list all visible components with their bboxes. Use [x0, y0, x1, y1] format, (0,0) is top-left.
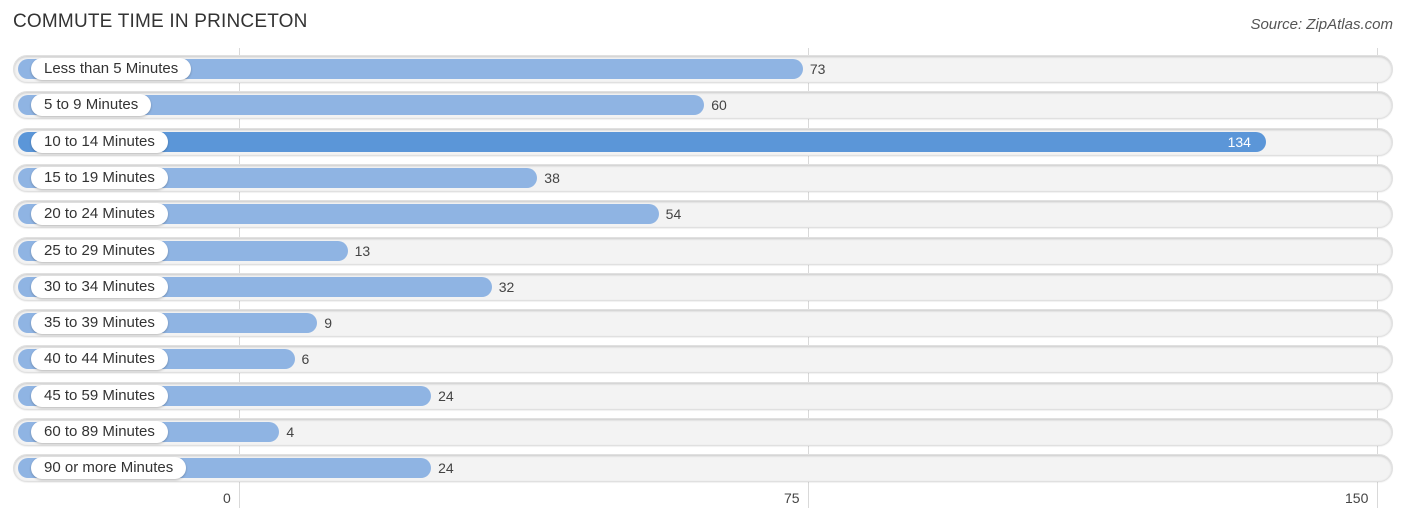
value-label: 24: [438, 388, 454, 404]
category-label: 25 to 29 Minutes: [31, 240, 168, 262]
value-label: 73: [809, 61, 826, 77]
category-label: Less than 5 Minutes: [31, 58, 192, 80]
value-label: 54: [665, 206, 682, 222]
value-label: 32: [498, 279, 515, 295]
value-label: 9: [324, 315, 333, 331]
x-tick-label: 0: [223, 490, 231, 506]
bar-chart: Less than 5 Minutes 73 5 to 9 Minutes 60 10 …: [0, 0, 1406, 523]
value-label: 134: [1227, 134, 1251, 150]
value-label: 24: [438, 460, 454, 476]
category-label: 30 to 34 Minutes: [31, 276, 168, 298]
value-label: 6: [301, 351, 310, 367]
value-label: 60: [711, 97, 727, 113]
category-label: 20 to 24 Minutes: [31, 203, 168, 225]
category-label: 15 to 19 Minutes: [31, 167, 168, 189]
category-label: 35 to 39 Minutes: [31, 312, 168, 334]
x-tick-label: 75: [784, 490, 800, 506]
value-label: 4: [286, 424, 295, 440]
bar[interactable]: [18, 132, 1266, 152]
category-label: 10 to 14 Minutes: [31, 131, 168, 153]
value-label: 13: [354, 243, 371, 259]
category-label: 5 to 9 Minutes: [31, 94, 152, 116]
category-label: 60 to 89 Minutes: [31, 421, 168, 443]
category-label: 40 to 44 Minutes: [31, 348, 168, 370]
category-label: 90 or more Minutes: [31, 457, 187, 479]
category-label: 45 to 59 Minutes: [31, 385, 168, 407]
x-tick-label: 150: [1345, 490, 1369, 506]
value-label: 38: [544, 170, 560, 186]
